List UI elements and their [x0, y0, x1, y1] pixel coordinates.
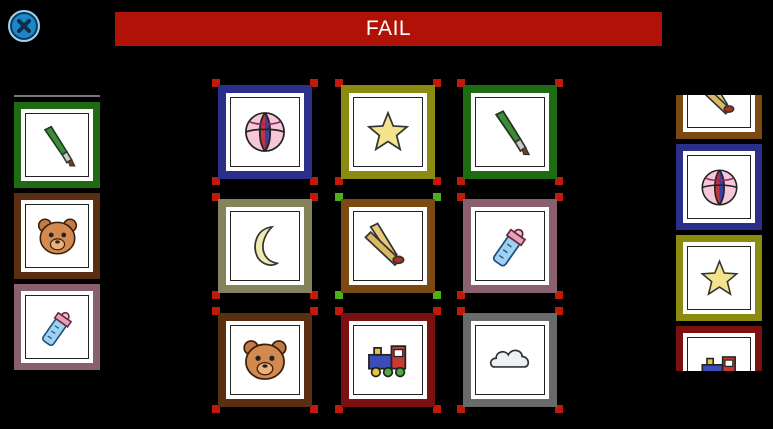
grid-slot[interactable] — [457, 79, 563, 185]
grid-slot[interactable] — [335, 193, 441, 299]
paintbrush-icon — [43, 125, 76, 166]
stack-card[interactable] — [14, 193, 100, 279]
grid-card[interactable] — [463, 85, 557, 179]
moon-icon — [254, 225, 280, 266]
grid-slot[interactable] — [212, 79, 318, 185]
card-face — [475, 325, 545, 395]
teddy-bear-icon — [243, 340, 287, 380]
card-face — [353, 211, 423, 281]
left-stack-divider — [14, 95, 100, 97]
grid-card[interactable] — [341, 199, 435, 293]
stack-card[interactable] — [676, 95, 762, 139]
card-face — [25, 113, 89, 177]
teddy-bear-icon — [37, 217, 77, 255]
grid-slot[interactable] — [457, 193, 563, 299]
grid-slot[interactable] — [335, 307, 441, 413]
baby-bottle-icon — [492, 228, 527, 267]
ball-icon — [245, 112, 285, 152]
grid-slot[interactable] — [335, 79, 441, 185]
stack-card[interactable] — [676, 235, 762, 321]
card-face — [353, 97, 423, 167]
stack-card[interactable] — [676, 144, 762, 230]
grid-slot[interactable] — [212, 193, 318, 299]
grid-card[interactable] — [341, 85, 435, 179]
grid-card[interactable] — [218, 199, 312, 293]
card-face — [687, 337, 751, 371]
stack-card[interactable] — [676, 326, 762, 371]
train-icon — [368, 345, 407, 378]
grid-slot[interactable] — [457, 307, 563, 413]
card-face — [687, 246, 751, 310]
paintbrush-icon — [494, 110, 531, 156]
card-face — [25, 204, 89, 268]
card-face — [475, 97, 545, 167]
horns-icon — [364, 222, 405, 267]
ball-icon — [700, 168, 738, 206]
result-banner: FAIL — [115, 12, 662, 46]
card-face — [230, 97, 300, 167]
star-icon — [366, 110, 410, 152]
card-face — [687, 95, 751, 128]
card-face — [25, 295, 89, 359]
card-face — [230, 211, 300, 281]
cloud-icon — [489, 349, 530, 368]
close-icon — [17, 19, 31, 33]
grid-card[interactable] — [341, 313, 435, 407]
card-face — [475, 211, 545, 281]
right-stack — [676, 95, 762, 371]
grid-slot[interactable] — [212, 307, 318, 413]
grid-card[interactable] — [463, 199, 557, 293]
grid-card[interactable] — [218, 313, 312, 407]
horns-icon — [704, 95, 734, 115]
card-face — [230, 325, 300, 395]
grid-card[interactable] — [463, 313, 557, 407]
card-face — [687, 155, 751, 219]
baby-bottle-icon — [41, 311, 72, 346]
stack-card[interactable] — [14, 284, 100, 370]
stack-card[interactable] — [14, 102, 100, 188]
grid-card[interactable] — [218, 85, 312, 179]
card-face — [353, 325, 423, 395]
star-icon — [699, 258, 739, 296]
close-button[interactable] — [8, 10, 40, 42]
train-icon — [700, 355, 736, 371]
